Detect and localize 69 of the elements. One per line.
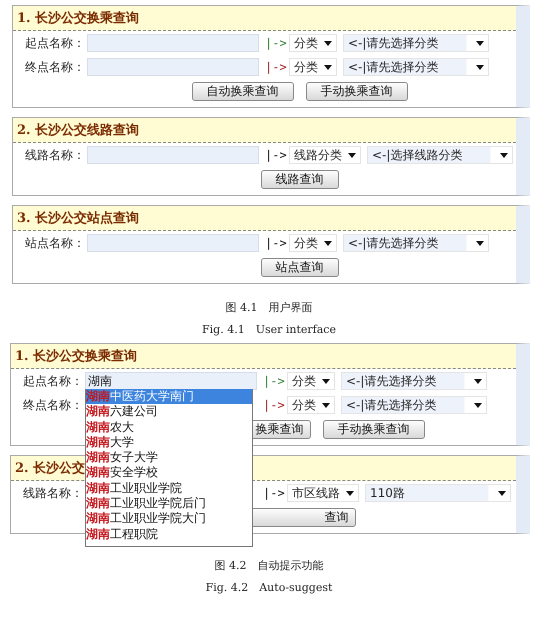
suggestion-item[interactable]: 湖南工程职院 <box>86 526 252 542</box>
caret-icon <box>476 64 484 70</box>
category-dropdown[interactable]: 分类 <box>287 372 335 390</box>
selection-dropdown[interactable]: <-|请先选择分类 <box>343 234 489 252</box>
query-button[interactable]: 手动换乘查询 <box>322 420 424 438</box>
caret-icon <box>476 240 484 246</box>
field-label: 站点名称： <box>25 234 86 252</box>
field-label: 终点名称： <box>23 396 84 414</box>
selection-dropdown[interactable]: <-|请先选择分类 <box>341 396 487 414</box>
input-field[interactable] <box>87 58 259 76</box>
selection-dropdown[interactable]: <-|请先选择分类 <box>341 372 487 390</box>
arrow-text: |-> <box>265 36 288 50</box>
panel-title: 2. 长沙公交 <box>15 460 86 477</box>
caret-icon <box>348 152 356 158</box>
selection-dropdown[interactable]: <-|选择线路分类 <box>367 146 513 164</box>
caret-icon <box>324 240 332 246</box>
category-dropdown[interactable]: 分类 <box>289 34 337 52</box>
suggestion-item[interactable]: 湖南工业职业学院 <box>86 480 252 496</box>
query-button[interactable]: 自动换乘查询 <box>192 82 294 100</box>
arrow-text: |-> <box>263 374 286 388</box>
input-field[interactable]: 湖南 <box>85 372 257 390</box>
caret-icon <box>474 402 482 408</box>
caret-icon <box>474 378 482 384</box>
category-dropdown[interactable]: 分类 <box>287 396 335 414</box>
figure-caption: 图 4.2 自动提示功能 <box>214 558 324 574</box>
field-label: 终点名称： <box>25 58 86 76</box>
category-dropdown[interactable]: 线路分类 <box>289 146 361 164</box>
suggestion-item[interactable]: 湖南六建公司 <box>86 404 252 420</box>
figure-caption: 图 4.1 用户界面 <box>224 300 314 316</box>
input-field[interactable] <box>87 34 259 52</box>
suggestion-item[interactable]: 湖南女子大学 <box>86 450 252 466</box>
field-label: 线路名称： <box>25 146 86 164</box>
caret-icon <box>346 490 354 496</box>
caret-icon <box>322 378 330 384</box>
arrow-text: |-> <box>263 486 286 500</box>
suggestion-item[interactable]: 湖南安全学校 <box>86 465 252 481</box>
field-label: 起点名称： <box>25 34 86 52</box>
arrow-text: |-> <box>265 60 288 74</box>
caret-icon <box>322 402 330 408</box>
selection-dropdown[interactable]: <-|请先选择分类 <box>343 34 489 52</box>
caret-icon <box>498 490 506 496</box>
arrow-text: |-> <box>265 148 288 162</box>
caret-icon <box>324 64 332 70</box>
input-field[interactable] <box>87 146 259 164</box>
field-label: 起点名称： <box>23 372 84 390</box>
suggestion-item[interactable]: 湖南大学 <box>86 434 252 450</box>
suggestion-item[interactable]: 湖南中医药大学南门 <box>86 389 252 404</box>
caret-icon <box>500 152 508 158</box>
panel-title: 3. 长沙公交站点查询 <box>17 210 140 227</box>
panel-title: 2. 长沙公交线路查询 <box>17 122 140 139</box>
arrow-text: |-> <box>265 236 288 250</box>
query-button[interactable]: 线路查询 <box>260 170 338 188</box>
category-dropdown[interactable]: 分类 <box>289 58 337 76</box>
query-button[interactable]: 手动换乘查询 <box>306 82 408 100</box>
caret-icon <box>476 40 484 46</box>
caret-icon <box>324 40 332 46</box>
selection-dropdown[interactable]: 110路 <box>365 484 511 502</box>
input-field[interactable] <box>87 234 259 252</box>
field-label: 线路名称： <box>23 484 84 502</box>
figure-caption: Fig. 4.2 Auto-suggest <box>204 580 334 596</box>
category-dropdown[interactable]: 分类 <box>289 234 337 252</box>
panel-title: 1. 长沙公交换乘查询 <box>17 10 140 27</box>
query-button[interactable]: 站点查询 <box>260 258 338 276</box>
figure-caption: Fig. 4.1 User interface <box>201 322 337 338</box>
selection-dropdown[interactable]: <-|请先选择分类 <box>343 58 489 76</box>
arrow-text: |-> <box>263 398 286 412</box>
suggestion-item[interactable]: 湖南农大 <box>86 420 252 435</box>
category-dropdown[interactable]: 市区线路 <box>287 484 359 502</box>
panel-title: 1. 长沙公交换乘查询 <box>15 348 138 365</box>
